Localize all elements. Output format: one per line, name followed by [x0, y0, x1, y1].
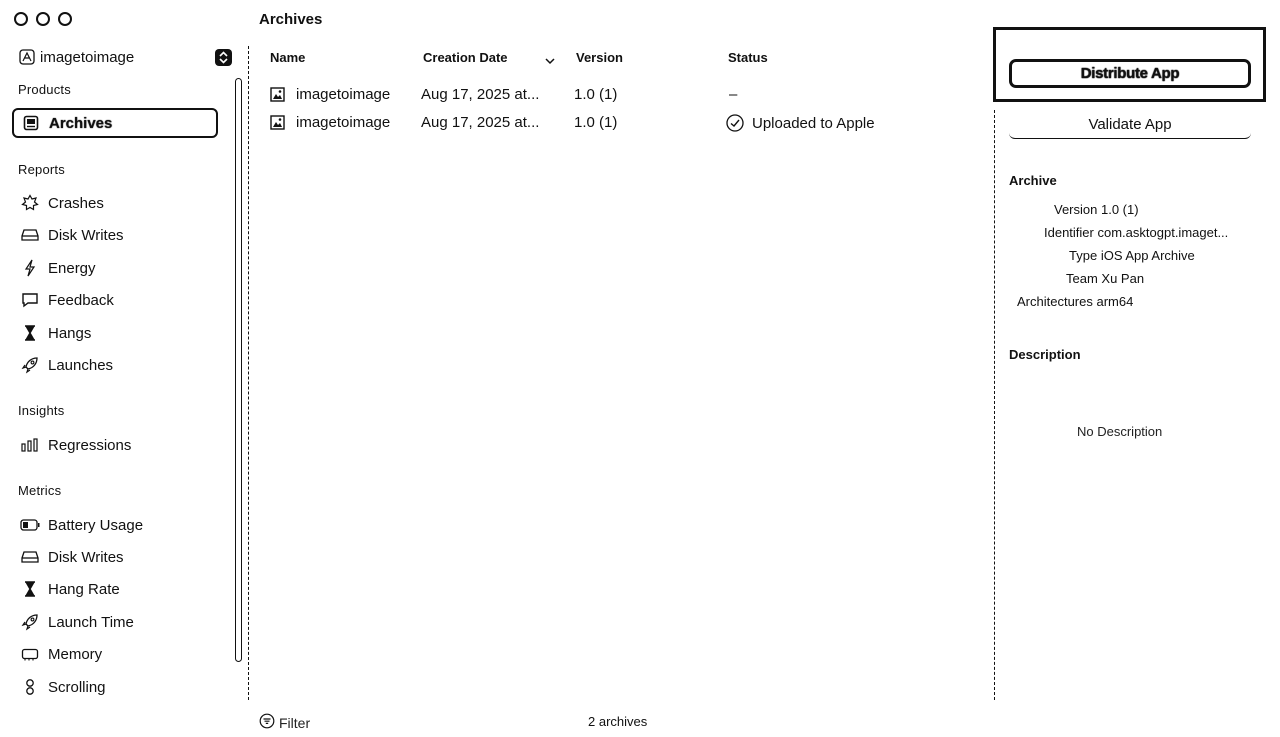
description-heading: Description	[1009, 347, 1081, 362]
sidebar-item-battery-usage[interactable]: Battery Usage	[20, 513, 143, 537]
sidebar-item-energy[interactable]: Energy	[20, 256, 96, 280]
field-key: Identifier	[1044, 225, 1094, 240]
section-reports: Reports	[18, 162, 65, 177]
sidebar-item-label: Launch Time	[48, 613, 134, 631]
sidebar-item-memory[interactable]: Memory	[20, 642, 102, 666]
bolt-icon	[20, 258, 40, 278]
page-title: Archives	[259, 11, 323, 28]
cell-date: Aug 17, 2025 at...	[421, 86, 540, 103]
description-text: No Description	[1077, 424, 1163, 439]
sidebar-divider[interactable]	[248, 46, 249, 700]
archive-icon	[21, 113, 41, 133]
bar-chart-icon	[20, 435, 40, 455]
version-field: Version 1.0 (1)	[1054, 202, 1139, 217]
sidebar-item-label: Battery Usage	[48, 516, 144, 534]
field-key: Architectures	[1017, 294, 1093, 309]
archive-file-icon	[270, 115, 285, 130]
sidebar-item-label: Hang Rate	[48, 580, 120, 598]
inspector-divider[interactable]	[994, 110, 995, 700]
disk-icon	[20, 547, 40, 567]
filter-icon	[259, 713, 275, 732]
chevron-down-icon[interactable]	[545, 52, 555, 70]
cell-name: imagetoimage	[296, 114, 391, 131]
sidebar-item-scrolling[interactable]: Scrolling	[20, 675, 106, 699]
section-metrics: Metrics	[18, 483, 62, 498]
filter-placeholder: Filter	[279, 714, 311, 731]
field-value: arm64	[1096, 294, 1134, 309]
product-name: imagetoimage	[40, 48, 135, 66]
field-key: Team	[1066, 271, 1098, 286]
field-value: Xu Pan	[1101, 271, 1145, 286]
sidebar-item-label: Disk Writes	[48, 226, 124, 244]
sidebar-item-crashes[interactable]: Crashes	[20, 191, 104, 215]
field-key: Version	[1054, 202, 1098, 217]
filter-field[interactable]: Filter	[259, 713, 310, 732]
cell-version: 1.0 (1)	[574, 114, 618, 131]
sidebar-item-hangs[interactable]: Hangs	[20, 321, 91, 345]
sidebar-item-label: Hangs	[48, 324, 92, 342]
sidebar-item-label: Disk Writes	[48, 548, 124, 566]
sidebar-item-metric-disk-writes[interactable]: Disk Writes	[20, 545, 124, 569]
app-icon	[18, 48, 36, 66]
cell-status: Uploaded to Apple	[726, 114, 875, 132]
archive-heading: Archive	[1009, 173, 1057, 188]
hourglass-icon	[20, 579, 40, 599]
sidebar-item-hang-rate[interactable]: Hang Rate	[20, 577, 120, 601]
archive-file-icon	[270, 87, 285, 102]
field-key: Type	[1069, 248, 1098, 263]
sidebar-item-label: Scrolling	[48, 678, 106, 696]
sidebar-item-label: Regressions	[48, 436, 132, 454]
sidebar-item-feedback[interactable]: Feedback	[20, 288, 114, 312]
architectures-field: Architectures arm64	[1017, 294, 1133, 309]
sidebar-item-label: Feedback	[48, 291, 114, 309]
sidebar: imagetoimage Products Archives Reports C…	[0, 0, 248, 737]
cell-status: –	[729, 86, 738, 103]
status-text: Uploaded to Apple	[752, 115, 875, 132]
product-selector[interactable]: imagetoimage	[18, 46, 236, 68]
sidebar-item-label: Crashes	[48, 194, 104, 212]
column-header-version[interactable]: Version	[576, 50, 623, 65]
table-row[interactable]: imagetoimage Aug 17, 2025 at... 1.0 (1) …	[258, 84, 978, 108]
team-field: Team Xu Pan	[1066, 271, 1144, 286]
memory-chip-icon	[20, 644, 40, 664]
rocket-icon	[20, 612, 40, 632]
sidebar-item-label: Archives	[49, 114, 113, 132]
battery-icon	[20, 515, 40, 535]
identifier-field: Identifier com.asktogpt.imaget...	[1044, 225, 1228, 240]
column-header-status[interactable]: Status	[728, 50, 768, 65]
checkmark-circle-icon	[726, 114, 744, 132]
scroll-icon	[20, 677, 40, 697]
sidebar-scrollbar[interactable]	[235, 78, 242, 662]
field-value: 1.0 (1)	[1101, 202, 1139, 217]
speech-bubble-icon	[20, 290, 40, 310]
sidebar-item-label: Memory	[48, 645, 103, 663]
sidebar-item-archives[interactable]: Archives	[12, 108, 218, 138]
sidebar-item-regressions[interactable]: Regressions	[20, 433, 131, 457]
table-row[interactable]: imagetoimage Aug 17, 2025 at... 1.0 (1) …	[258, 112, 978, 136]
column-header-creation-date[interactable]: Creation Date	[423, 50, 508, 65]
sidebar-item-launches[interactable]: Launches	[20, 353, 113, 377]
type-field: Type iOS App Archive	[1069, 248, 1195, 263]
section-products: Products	[18, 82, 71, 97]
hourglass-icon	[20, 323, 40, 343]
cell-name: imagetoimage	[296, 86, 391, 103]
sidebar-item-label: Energy	[48, 259, 96, 277]
distribute-app-button[interactable]: Distribute App	[1009, 59, 1251, 88]
cell-version: 1.0 (1)	[574, 86, 618, 103]
rocket-icon	[20, 355, 40, 375]
crash-icon	[20, 193, 40, 213]
validate-app-button[interactable]: Validate App	[1009, 110, 1251, 139]
column-header-name[interactable]: Name	[270, 50, 305, 65]
field-value: iOS App Archive	[1100, 248, 1195, 263]
sidebar-item-launch-time[interactable]: Launch Time	[20, 610, 134, 634]
disk-icon	[20, 225, 40, 245]
chevron-up-down-icon[interactable]	[215, 49, 232, 66]
section-insights: Insights	[18, 403, 65, 418]
archive-count: 2 archives	[588, 714, 648, 729]
sidebar-item-disk-writes[interactable]: Disk Writes	[20, 223, 124, 247]
sidebar-item-label: Launches	[48, 356, 114, 374]
xcode-organizer-window: imagetoimage Products Archives Reports C…	[0, 0, 1280, 737]
field-value: com.asktogpt.imaget...	[1097, 225, 1229, 240]
cell-date: Aug 17, 2025 at...	[421, 114, 540, 131]
